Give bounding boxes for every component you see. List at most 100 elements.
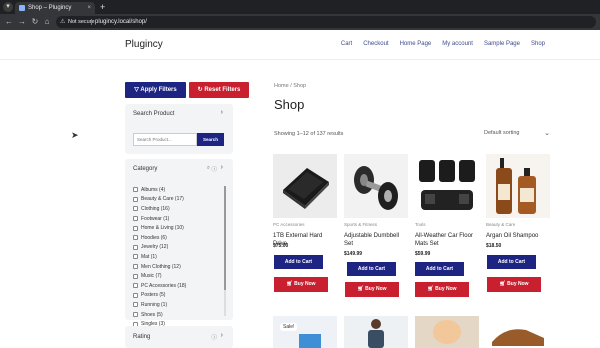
new-tab-button[interactable]: +: [100, 1, 105, 13]
apply-filters-button[interactable]: ▽ Apply Filters: [125, 82, 186, 98]
category-item[interactable]: Beauty & Care (17): [133, 195, 227, 205]
category-item[interactable]: Home & Living (10): [133, 223, 227, 233]
category-checkbox[interactable]: [133, 292, 138, 298]
category-item[interactable]: Running (1): [133, 300, 227, 310]
category-item[interactable]: Albums (4): [133, 185, 227, 195]
category-label[interactable]: Men Clothing (12): [141, 264, 181, 270]
add-to-cart-button[interactable]: Add to Cart: [415, 262, 464, 276]
tab-search-button[interactable]: ▾: [3, 2, 13, 12]
category-checkbox[interactable]: [133, 302, 138, 308]
tab-close-icon[interactable]: ×: [87, 2, 91, 14]
product-category[interactable]: PC Accessories: [273, 222, 305, 227]
product-image[interactable]: [486, 154, 550, 218]
search-button[interactable]: Search: [197, 133, 224, 146]
chevron-right-icon[interactable]: ›: [221, 164, 223, 171]
product-name[interactable]: Adjustable Dumbbell Set: [344, 232, 408, 248]
add-to-cart-button[interactable]: Add to Cart: [274, 255, 323, 269]
chevron-right-icon[interactable]: ›: [221, 332, 223, 339]
category-checkbox[interactable]: [133, 283, 138, 289]
url-text[interactable]: plugincy.local/shop/: [95, 16, 147, 28]
breadcrumb[interactable]: Home / Shop: [274, 83, 306, 89]
nav-checkout[interactable]: Checkout: [363, 41, 388, 47]
forward-icon[interactable]: →: [17, 16, 27, 28]
category-label[interactable]: Home & Living (10): [141, 225, 184, 231]
nav-cart[interactable]: Cart: [341, 41, 352, 47]
add-to-cart-button[interactable]: Add to Cart: [487, 255, 536, 269]
category-item[interactable]: Footwear (1): [133, 214, 227, 224]
category-checkbox[interactable]: [133, 225, 138, 231]
scrollbar-thumb[interactable]: [224, 186, 226, 290]
buy-now-button[interactable]: 🛒︎ Buy Now: [487, 277, 541, 292]
category-label[interactable]: Shoes (5): [141, 312, 163, 318]
category-checkbox[interactable]: [133, 216, 138, 222]
product-image[interactable]: Sale!: [273, 316, 337, 348]
category-checkbox[interactable]: [133, 273, 138, 279]
category-item[interactable]: Jewelry (12): [133, 243, 227, 253]
category-label[interactable]: Jewelry (12): [141, 244, 168, 250]
buy-now-button[interactable]: 🛒︎ Buy Now: [415, 282, 469, 297]
nav-my-account[interactable]: My account: [442, 41, 473, 47]
help-icon[interactable]: ⓘ: [211, 165, 217, 173]
category-item[interactable]: Men Clothing (12): [133, 262, 227, 272]
category-item[interactable]: PC Accessories (18): [133, 281, 227, 291]
back-icon[interactable]: ←: [4, 16, 14, 28]
product-price: $75.00: [273, 243, 289, 249]
product-image[interactable]: [273, 154, 337, 218]
nav-shop[interactable]: Shop: [531, 41, 545, 47]
category-item[interactable]: Posters (5): [133, 291, 227, 301]
product-image[interactable]: [415, 316, 479, 348]
category-label[interactable]: Music (7): [141, 273, 162, 279]
product-image[interactable]: [344, 154, 408, 218]
category-label[interactable]: PC Accessories (18): [141, 283, 186, 289]
category-checkbox[interactable]: [133, 244, 138, 250]
home-icon[interactable]: ⌂: [42, 16, 52, 28]
category-item[interactable]: Shoes (5): [133, 310, 227, 320]
category-checkbox[interactable]: [133, 196, 138, 202]
category-label[interactable]: Mat (1): [141, 254, 157, 260]
category-checkbox[interactable]: [133, 206, 138, 212]
buy-now-button[interactable]: 🛒︎ Buy Now: [274, 277, 328, 292]
apply-filters-label: Apply Filters: [140, 87, 177, 93]
category-checkbox[interactable]: [133, 264, 138, 270]
browser-tab[interactable]: Shop – Plugincy ×: [15, 2, 95, 14]
add-to-cart-button[interactable]: Add to Cart: [347, 262, 396, 276]
category-item[interactable]: Hoodies (6): [133, 233, 227, 243]
product-image[interactable]: [415, 154, 479, 218]
reload-icon[interactable]: ↻: [30, 16, 40, 28]
search-icon[interactable]: ⌕: [207, 165, 210, 172]
category-checkbox[interactable]: [133, 235, 138, 241]
product-category[interactable]: Sports & Fitness: [344, 222, 377, 227]
nav-home-page[interactable]: Home Page: [400, 41, 432, 47]
category-label[interactable]: Posters (5): [141, 292, 165, 298]
product-name[interactable]: All-Weather Car Floor Mats Set: [415, 232, 479, 248]
category-item[interactable]: Music (7): [133, 271, 227, 281]
category-item[interactable]: Clothing (16): [133, 204, 227, 214]
category-checkbox[interactable]: [133, 187, 138, 193]
product-image[interactable]: [344, 316, 408, 348]
warning-icon[interactable]: ⚠: [60, 18, 65, 26]
category-checkbox[interactable]: [133, 312, 138, 318]
category-item[interactable]: Mat (1): [133, 252, 227, 262]
address-bar[interactable]: ⚠ Not secure plugincy.local/shop/: [56, 16, 596, 28]
sorting-select[interactable]: Default sorting ⌄: [484, 130, 550, 137]
cart-icon: 🛒︎: [357, 286, 366, 292]
reset-filters-button[interactable]: ↻ Reset Filters: [189, 82, 249, 98]
category-label[interactable]: Albums (4): [141, 187, 165, 193]
category-checkbox[interactable]: [133, 254, 138, 260]
chevron-right-icon[interactable]: ›: [221, 109, 223, 116]
category-label[interactable]: Footwear (1): [141, 216, 169, 222]
search-input[interactable]: [133, 133, 197, 146]
category-label[interactable]: Running (1): [141, 302, 167, 308]
help-icon[interactable]: ⓘ: [211, 333, 217, 341]
product-category[interactable]: Tools: [415, 222, 426, 227]
category-label[interactable]: Hoodies (6): [141, 235, 167, 241]
nav-sample-page[interactable]: Sample Page: [484, 41, 520, 47]
product-name[interactable]: Argan Oil Shampoo: [486, 232, 550, 240]
category-label[interactable]: Clothing (16): [141, 206, 170, 212]
site-brand[interactable]: Plugincy: [125, 39, 163, 50]
buy-now-button[interactable]: 🛒︎ Buy Now: [345, 282, 399, 297]
product-category[interactable]: Beauty & Care: [486, 222, 515, 227]
product-image[interactable]: [486, 316, 550, 348]
category-label[interactable]: Beauty & Care (17): [141, 196, 184, 202]
result-count: Showing 1–12 of 137 results: [274, 131, 344, 137]
